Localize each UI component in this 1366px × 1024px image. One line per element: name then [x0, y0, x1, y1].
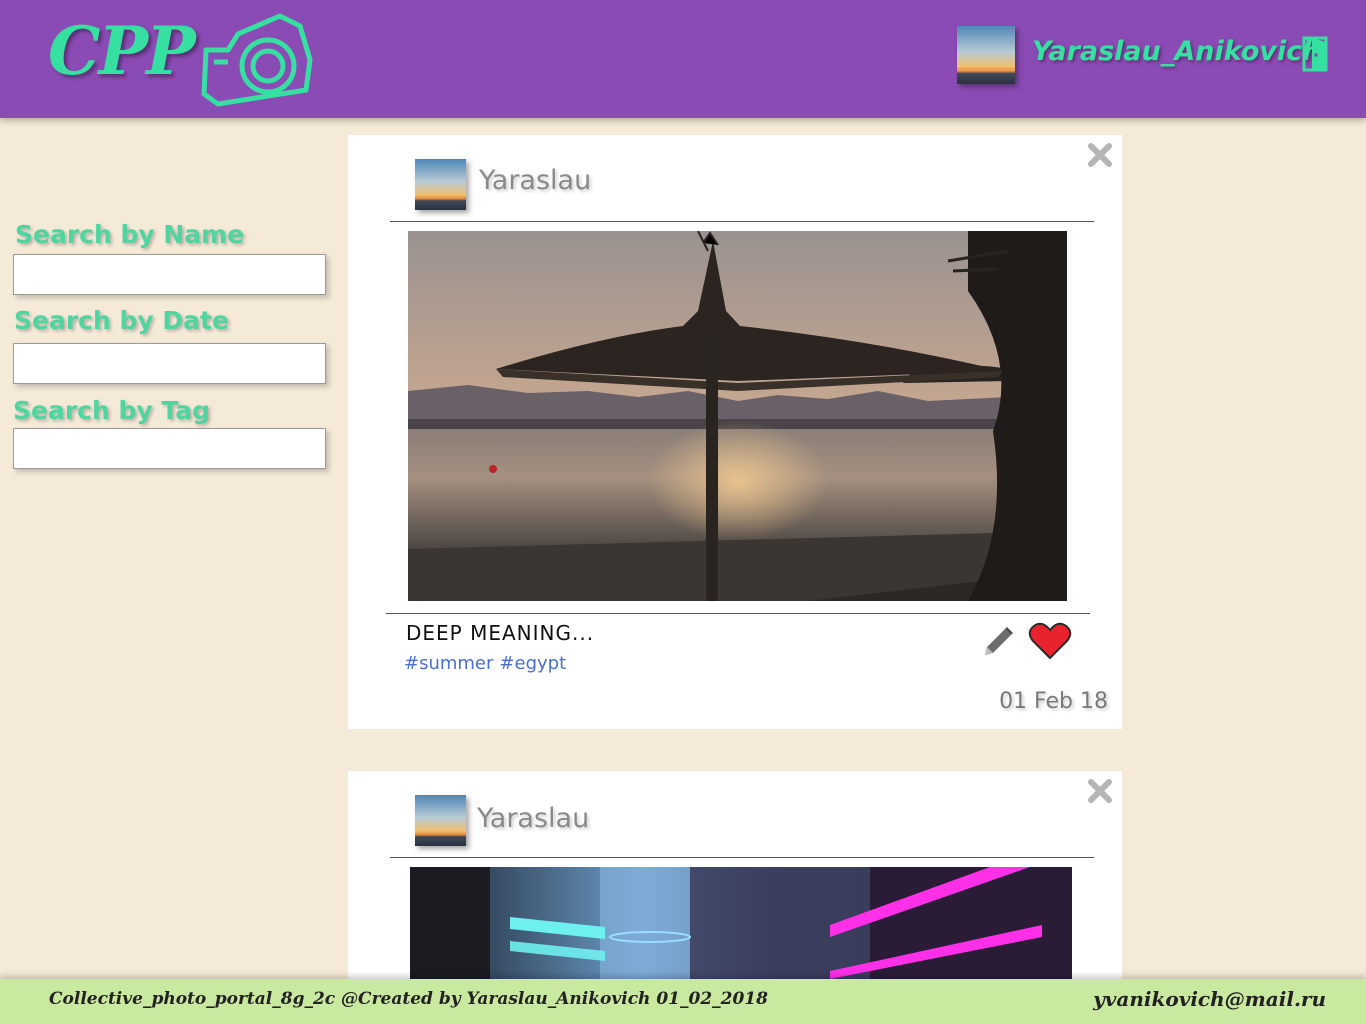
search-by-name-label: Search by Name — [15, 220, 245, 249]
divider — [390, 857, 1094, 858]
divider — [390, 221, 1094, 222]
pencil-icon[interactable] — [981, 623, 1017, 659]
app-header: CPP Yaraslau_Anikovich — [0, 0, 1366, 118]
divider — [386, 613, 1090, 614]
app-footer: Collective_photo_portal_8g_2c @Created b… — [0, 979, 1366, 1024]
post-card: Yaraslau — [348, 135, 1122, 729]
post-author-avatar[interactable] — [415, 159, 466, 210]
logo-text: CPP — [48, 12, 196, 90]
tag-link[interactable]: #egypt — [499, 653, 566, 674]
camera-icon — [201, 13, 313, 107]
post-card: Yaraslau — [348, 771, 1122, 979]
app-logo[interactable]: CPP — [48, 10, 318, 110]
search-name-input[interactable] — [13, 254, 326, 295]
search-tag-input[interactable] — [13, 428, 326, 469]
post-author-name[interactable]: Yaraslau — [479, 165, 591, 196]
close-x-icon[interactable] — [1086, 141, 1114, 169]
post-date: 01 Feb 18 — [999, 689, 1108, 714]
header-user-name[interactable]: Yaraslau_Anikovich — [1032, 36, 1321, 67]
search-by-date-label: Search by Date — [14, 306, 229, 335]
post-tags: #summer #egypt — [404, 653, 572, 674]
door-exit-icon[interactable] — [1300, 34, 1332, 74]
search-date-input[interactable] — [13, 343, 326, 384]
search-by-tag-label: Search by Tag — [13, 396, 210, 425]
post-photo[interactable] — [408, 231, 1067, 601]
post-author-name[interactable]: Yaraslau — [477, 803, 589, 834]
footer-credit: Collective_photo_portal_8g_2c @Created b… — [49, 989, 768, 1009]
footer-email[interactable]: yvanikovich@mail.ru — [1093, 987, 1326, 1011]
post-author-avatar[interactable] — [415, 795, 466, 846]
tag-link[interactable]: #summer — [404, 653, 493, 674]
user-avatar[interactable] — [957, 26, 1015, 84]
close-x-icon[interactable] — [1086, 777, 1114, 805]
heart-icon[interactable] — [1028, 621, 1072, 661]
post-caption: DEEP MEANING... — [406, 621, 595, 645]
post-photo[interactable] — [410, 867, 1072, 979]
